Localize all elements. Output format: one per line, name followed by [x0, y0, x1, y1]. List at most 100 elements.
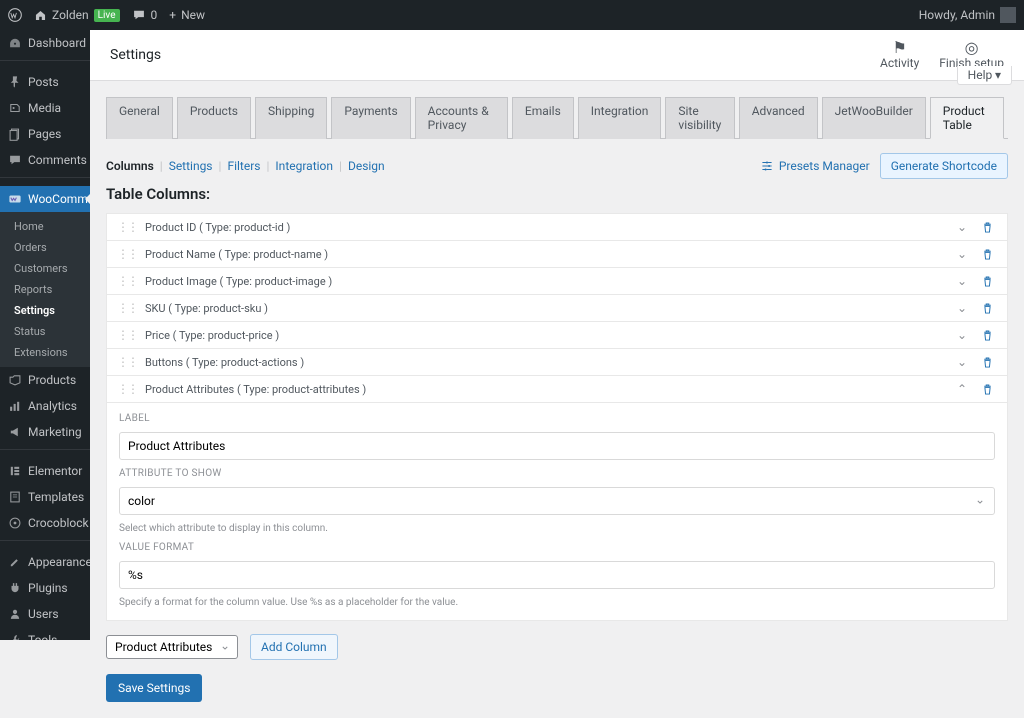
- sidebar-item-label: Elementor: [28, 464, 82, 478]
- tab-site-visibility[interactable]: Site visibility: [665, 97, 734, 139]
- delete-column-button[interactable]: [978, 329, 997, 342]
- tab-payments[interactable]: Payments: [331, 97, 410, 139]
- sidebar-item-appearance[interactable]: Appearance: [0, 549, 90, 575]
- sidebar-item-marketing[interactable]: Marketing: [0, 419, 90, 445]
- drag-handle-icon[interactable]: ⋮⋮: [117, 274, 137, 288]
- sliders-icon: [760, 159, 774, 173]
- sidebar-item-plugins[interactable]: Plugins: [0, 575, 90, 601]
- sidebar-sub-settings[interactable]: Settings: [0, 300, 90, 321]
- sidebar-item-pages[interactable]: Pages: [0, 121, 90, 147]
- help-tab[interactable]: Help ▾: [957, 66, 1012, 85]
- tab-emails[interactable]: Emails: [512, 97, 574, 139]
- tab-general[interactable]: General: [106, 97, 173, 139]
- flag-icon: ⚑: [892, 40, 906, 56]
- pin-icon: [8, 75, 22, 89]
- field-description: Specify a format for the column value. U…: [119, 597, 995, 608]
- drag-handle-icon[interactable]: ⋮⋮: [117, 301, 137, 315]
- sidebar-item-comments[interactable]: Comments: [0, 147, 90, 173]
- attribute-select[interactable]: color: [119, 487, 995, 515]
- trash-icon: [981, 275, 994, 288]
- delete-column-button[interactable]: [978, 383, 997, 396]
- trash-icon: [981, 329, 994, 342]
- chevron-down-icon[interactable]: ⌄: [954, 220, 970, 234]
- add-column-button[interactable]: Add Column: [250, 634, 338, 660]
- subnav-design[interactable]: Design: [348, 159, 385, 173]
- drag-handle-icon[interactable]: ⋮⋮: [117, 220, 137, 234]
- sidebar-item-tools[interactable]: Tools: [0, 627, 90, 640]
- sidebar-item-label: Products: [28, 373, 76, 387]
- sidebar-item-dashboard[interactable]: Dashboard: [0, 30, 90, 56]
- delete-column-button[interactable]: [978, 356, 997, 369]
- tab-product-table[interactable]: Product Table: [930, 97, 1004, 139]
- sidebar-item-crocoblock[interactable]: Crocoblock: [0, 510, 90, 536]
- trash-icon: [981, 383, 994, 396]
- sidebar-sub-customers[interactable]: Customers: [0, 258, 90, 279]
- woo-icon: [8, 192, 22, 206]
- chevron-down-icon[interactable]: ⌄: [954, 355, 970, 369]
- save-settings-button[interactable]: Save Settings: [106, 674, 202, 702]
- sidebar-item-media[interactable]: Media: [0, 95, 90, 121]
- sidebar-item-label: Posts: [28, 75, 59, 89]
- sidebar-item-products[interactable]: Products: [0, 367, 90, 393]
- subnav-integration[interactable]: Integration: [275, 159, 333, 173]
- tab-integration[interactable]: Integration: [578, 97, 662, 139]
- products-icon: [8, 373, 22, 387]
- tab-shipping[interactable]: Shipping: [255, 97, 327, 139]
- sidebar-item-users[interactable]: Users: [0, 601, 90, 627]
- sidebar-sub-reports[interactable]: Reports: [0, 279, 90, 300]
- chevron-down-icon[interactable]: ⌄: [954, 247, 970, 261]
- delete-column-button[interactable]: [978, 221, 997, 234]
- delete-column-button[interactable]: [978, 248, 997, 261]
- generate-shortcode-button[interactable]: Generate Shortcode: [880, 153, 1008, 179]
- drag-handle-icon[interactable]: ⋮⋮: [117, 247, 137, 261]
- sidebar-item-posts[interactable]: Posts: [0, 69, 90, 95]
- delete-column-button[interactable]: [978, 302, 997, 315]
- drag-handle-icon[interactable]: ⋮⋮: [117, 382, 137, 396]
- howdy-user[interactable]: Howdy, Admin: [919, 7, 1016, 23]
- sidebar-item-elementor[interactable]: Elementor: [0, 458, 90, 484]
- field-label: ATTRIBUTE TO SHOW: [119, 468, 995, 479]
- presets-manager-link[interactable]: Presets Manager: [760, 159, 870, 173]
- tab-jetwoobuilder[interactable]: JetWooBuilder: [822, 97, 926, 139]
- sidebar-item-analytics[interactable]: Analytics: [0, 393, 90, 419]
- trash-icon: [981, 302, 994, 315]
- column-item: ⋮⋮Buttons ( Type: product-actions )⌄: [106, 348, 1008, 376]
- drag-handle-icon[interactable]: ⋮⋮: [117, 355, 137, 369]
- site-name: Zolden: [52, 8, 89, 22]
- new-link[interactable]: + New: [169, 8, 205, 22]
- sidebar-sub-status[interactable]: Status: [0, 321, 90, 342]
- sidebar-item-label: Users: [28, 607, 59, 621]
- site-link[interactable]: Zolden Live: [34, 8, 120, 22]
- sidebar-item-woocommerce[interactable]: WooCommerce: [0, 186, 90, 212]
- column-label-input[interactable]: [119, 432, 995, 460]
- tab-accounts-privacy[interactable]: Accounts & Privacy: [415, 97, 508, 139]
- column-item: ⋮⋮Product ID ( Type: product-id )⌄: [106, 213, 1008, 241]
- subnav-columns[interactable]: Columns: [106, 159, 154, 173]
- column-title: Product Image ( Type: product-image ): [145, 275, 946, 288]
- sidebar-item-label: Tools: [28, 633, 57, 640]
- chevron-up-icon[interactable]: ⌃: [954, 382, 970, 396]
- elementor-icon: [8, 464, 22, 478]
- delete-column-button[interactable]: [978, 275, 997, 288]
- chevron-down-icon[interactable]: ⌄: [954, 274, 970, 288]
- tab-products[interactable]: Products: [177, 97, 251, 139]
- sidebar-sub-home[interactable]: Home: [0, 216, 90, 237]
- activity-button[interactable]: ⚑ Activity: [880, 40, 919, 70]
- sidebar-item-templates[interactable]: Templates: [0, 484, 90, 510]
- tools-icon: [8, 633, 22, 640]
- subnav-settings[interactable]: Settings: [169, 159, 213, 173]
- chevron-down-icon[interactable]: ⌄: [954, 328, 970, 342]
- column-item: ⋮⋮Product Name ( Type: product-name )⌄: [106, 240, 1008, 268]
- sidebar-sub-orders[interactable]: Orders: [0, 237, 90, 258]
- wp-logo[interactable]: [8, 8, 22, 22]
- value-format-input[interactable]: [119, 561, 995, 589]
- chevron-down-icon[interactable]: ⌄: [954, 301, 970, 315]
- field-label: VALUE FORMAT: [119, 542, 995, 553]
- subnav-filters[interactable]: Filters: [227, 159, 260, 173]
- sidebar-sub-extensions[interactable]: Extensions: [0, 342, 90, 363]
- comment-icon: [132, 8, 146, 22]
- drag-handle-icon[interactable]: ⋮⋮: [117, 328, 137, 342]
- add-column-type-select[interactable]: Product Attributes: [106, 635, 238, 659]
- comments-link[interactable]: 0: [132, 8, 158, 22]
- tab-advanced[interactable]: Advanced: [739, 97, 818, 139]
